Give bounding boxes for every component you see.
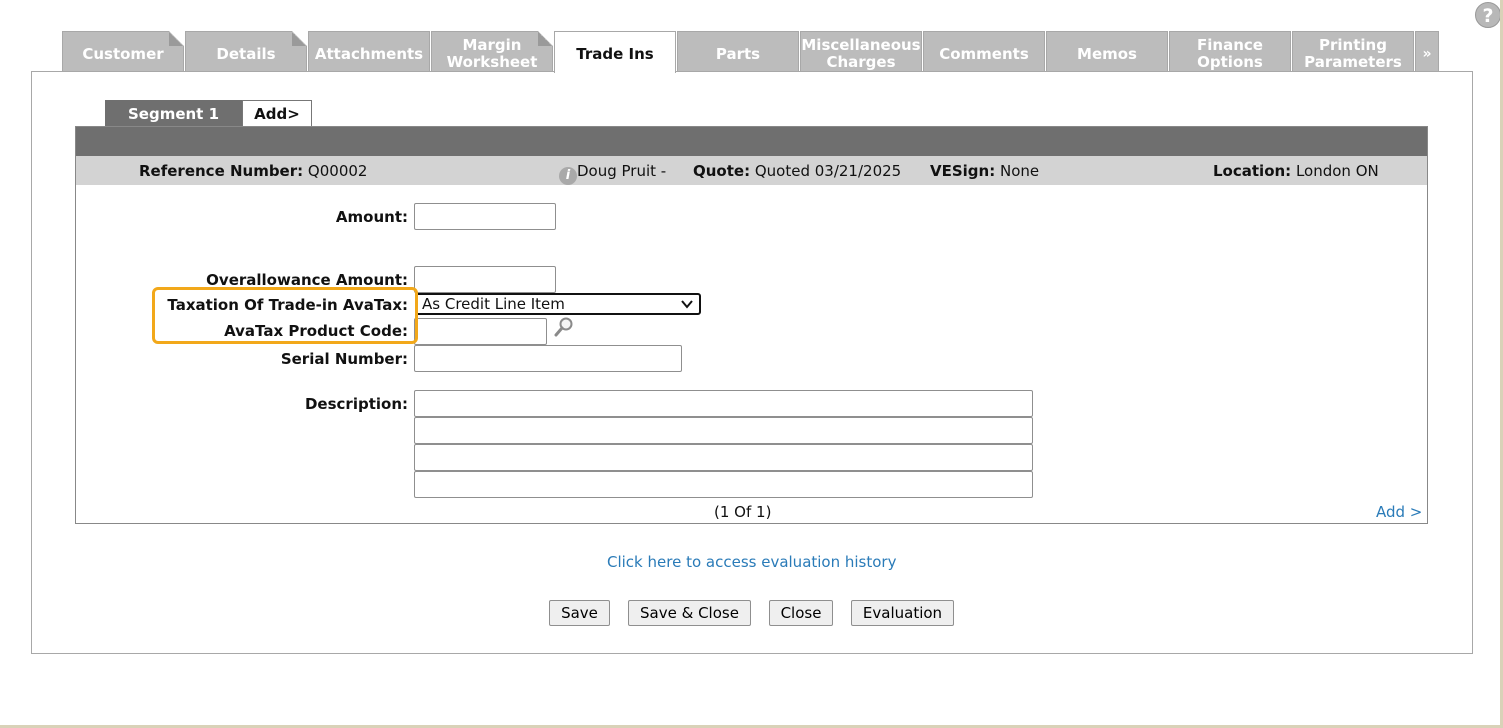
tabs-more-button[interactable]: » — [1415, 31, 1439, 72]
tab-attachments[interactable]: Attachments — [308, 31, 430, 72]
avatax-highlight — [152, 287, 418, 344]
tab-customer[interactable]: Customer — [62, 31, 184, 72]
tab-printing-parameters[interactable]: Printing Parameters — [1292, 31, 1414, 72]
location: Location: London ON — [1213, 162, 1379, 180]
amount-label: Amount: — [335, 208, 408, 226]
info-icon[interactable]: i — [559, 167, 577, 185]
save-button[interactable]: Save — [549, 600, 610, 626]
description-line-1[interactable] — [414, 390, 1033, 417]
taxation-select[interactable]: As Credit Line Item — [415, 293, 701, 315]
search-icon[interactable] — [553, 316, 575, 338]
add-trade-in-link[interactable]: Add > — [1376, 503, 1422, 521]
tab-comments[interactable]: Comments — [923, 31, 1045, 72]
save-close-button[interactable]: Save & Close — [628, 600, 751, 626]
description-line-3[interactable] — [414, 444, 1033, 471]
segment-tabs: Segment 1 Add> — [105, 100, 312, 127]
serial-number-input[interactable] — [414, 345, 682, 372]
description-label: Description: — [304, 395, 408, 413]
serial-number-label: Serial Number: — [280, 350, 408, 368]
tab-memos[interactable]: Memos — [1046, 31, 1168, 72]
description-line-4[interactable] — [414, 471, 1033, 498]
tab-margin-worksheet[interactable]: Margin Worksheet — [431, 31, 553, 72]
segment-header-bar — [76, 127, 1427, 156]
taxation-select-value: As Credit Line Item — [422, 295, 565, 313]
tab-trade-ins[interactable]: Trade Ins — [554, 31, 676, 73]
tab-details[interactable]: Details — [185, 31, 307, 72]
segment-1-tab[interactable]: Segment 1 — [105, 100, 242, 127]
reference-number: Reference Number: Q00002 — [139, 162, 368, 180]
chevron-down-icon — [681, 300, 693, 309]
overallowance-input[interactable] — [414, 266, 556, 293]
salesperson: i Doug Pruit - — [559, 162, 666, 185]
amount-input[interactable] — [414, 203, 556, 230]
pagination: (1 Of 1) — [714, 503, 772, 521]
help-icon[interactable]: ? — [1475, 2, 1501, 28]
main-tabs: Customer Details Attachments Margin Work… — [62, 31, 1440, 73]
add-segment-tab[interactable]: Add> — [242, 100, 312, 127]
evaluation-history-link[interactable]: Click here to access evaluation history — [607, 553, 896, 571]
close-button[interactable]: Close — [769, 600, 833, 626]
tab-miscellaneous-charges[interactable]: Miscellaneous Charges — [800, 31, 922, 72]
vesign-status: VESign: None — [930, 162, 1040, 180]
tab-finance-options[interactable]: Finance Options — [1169, 31, 1291, 72]
description-line-2[interactable] — [414, 417, 1033, 444]
avatax-product-code-input[interactable] — [414, 318, 547, 345]
quote-status: Quote: Quoted 03/21/2025 — [693, 162, 902, 180]
tab-parts[interactable]: Parts — [677, 31, 799, 72]
quote-info-bar: Reference Number: Q00002 i Doug Pruit - Q… — [76, 156, 1427, 185]
evaluation-button[interactable]: Evaluation — [851, 600, 954, 626]
